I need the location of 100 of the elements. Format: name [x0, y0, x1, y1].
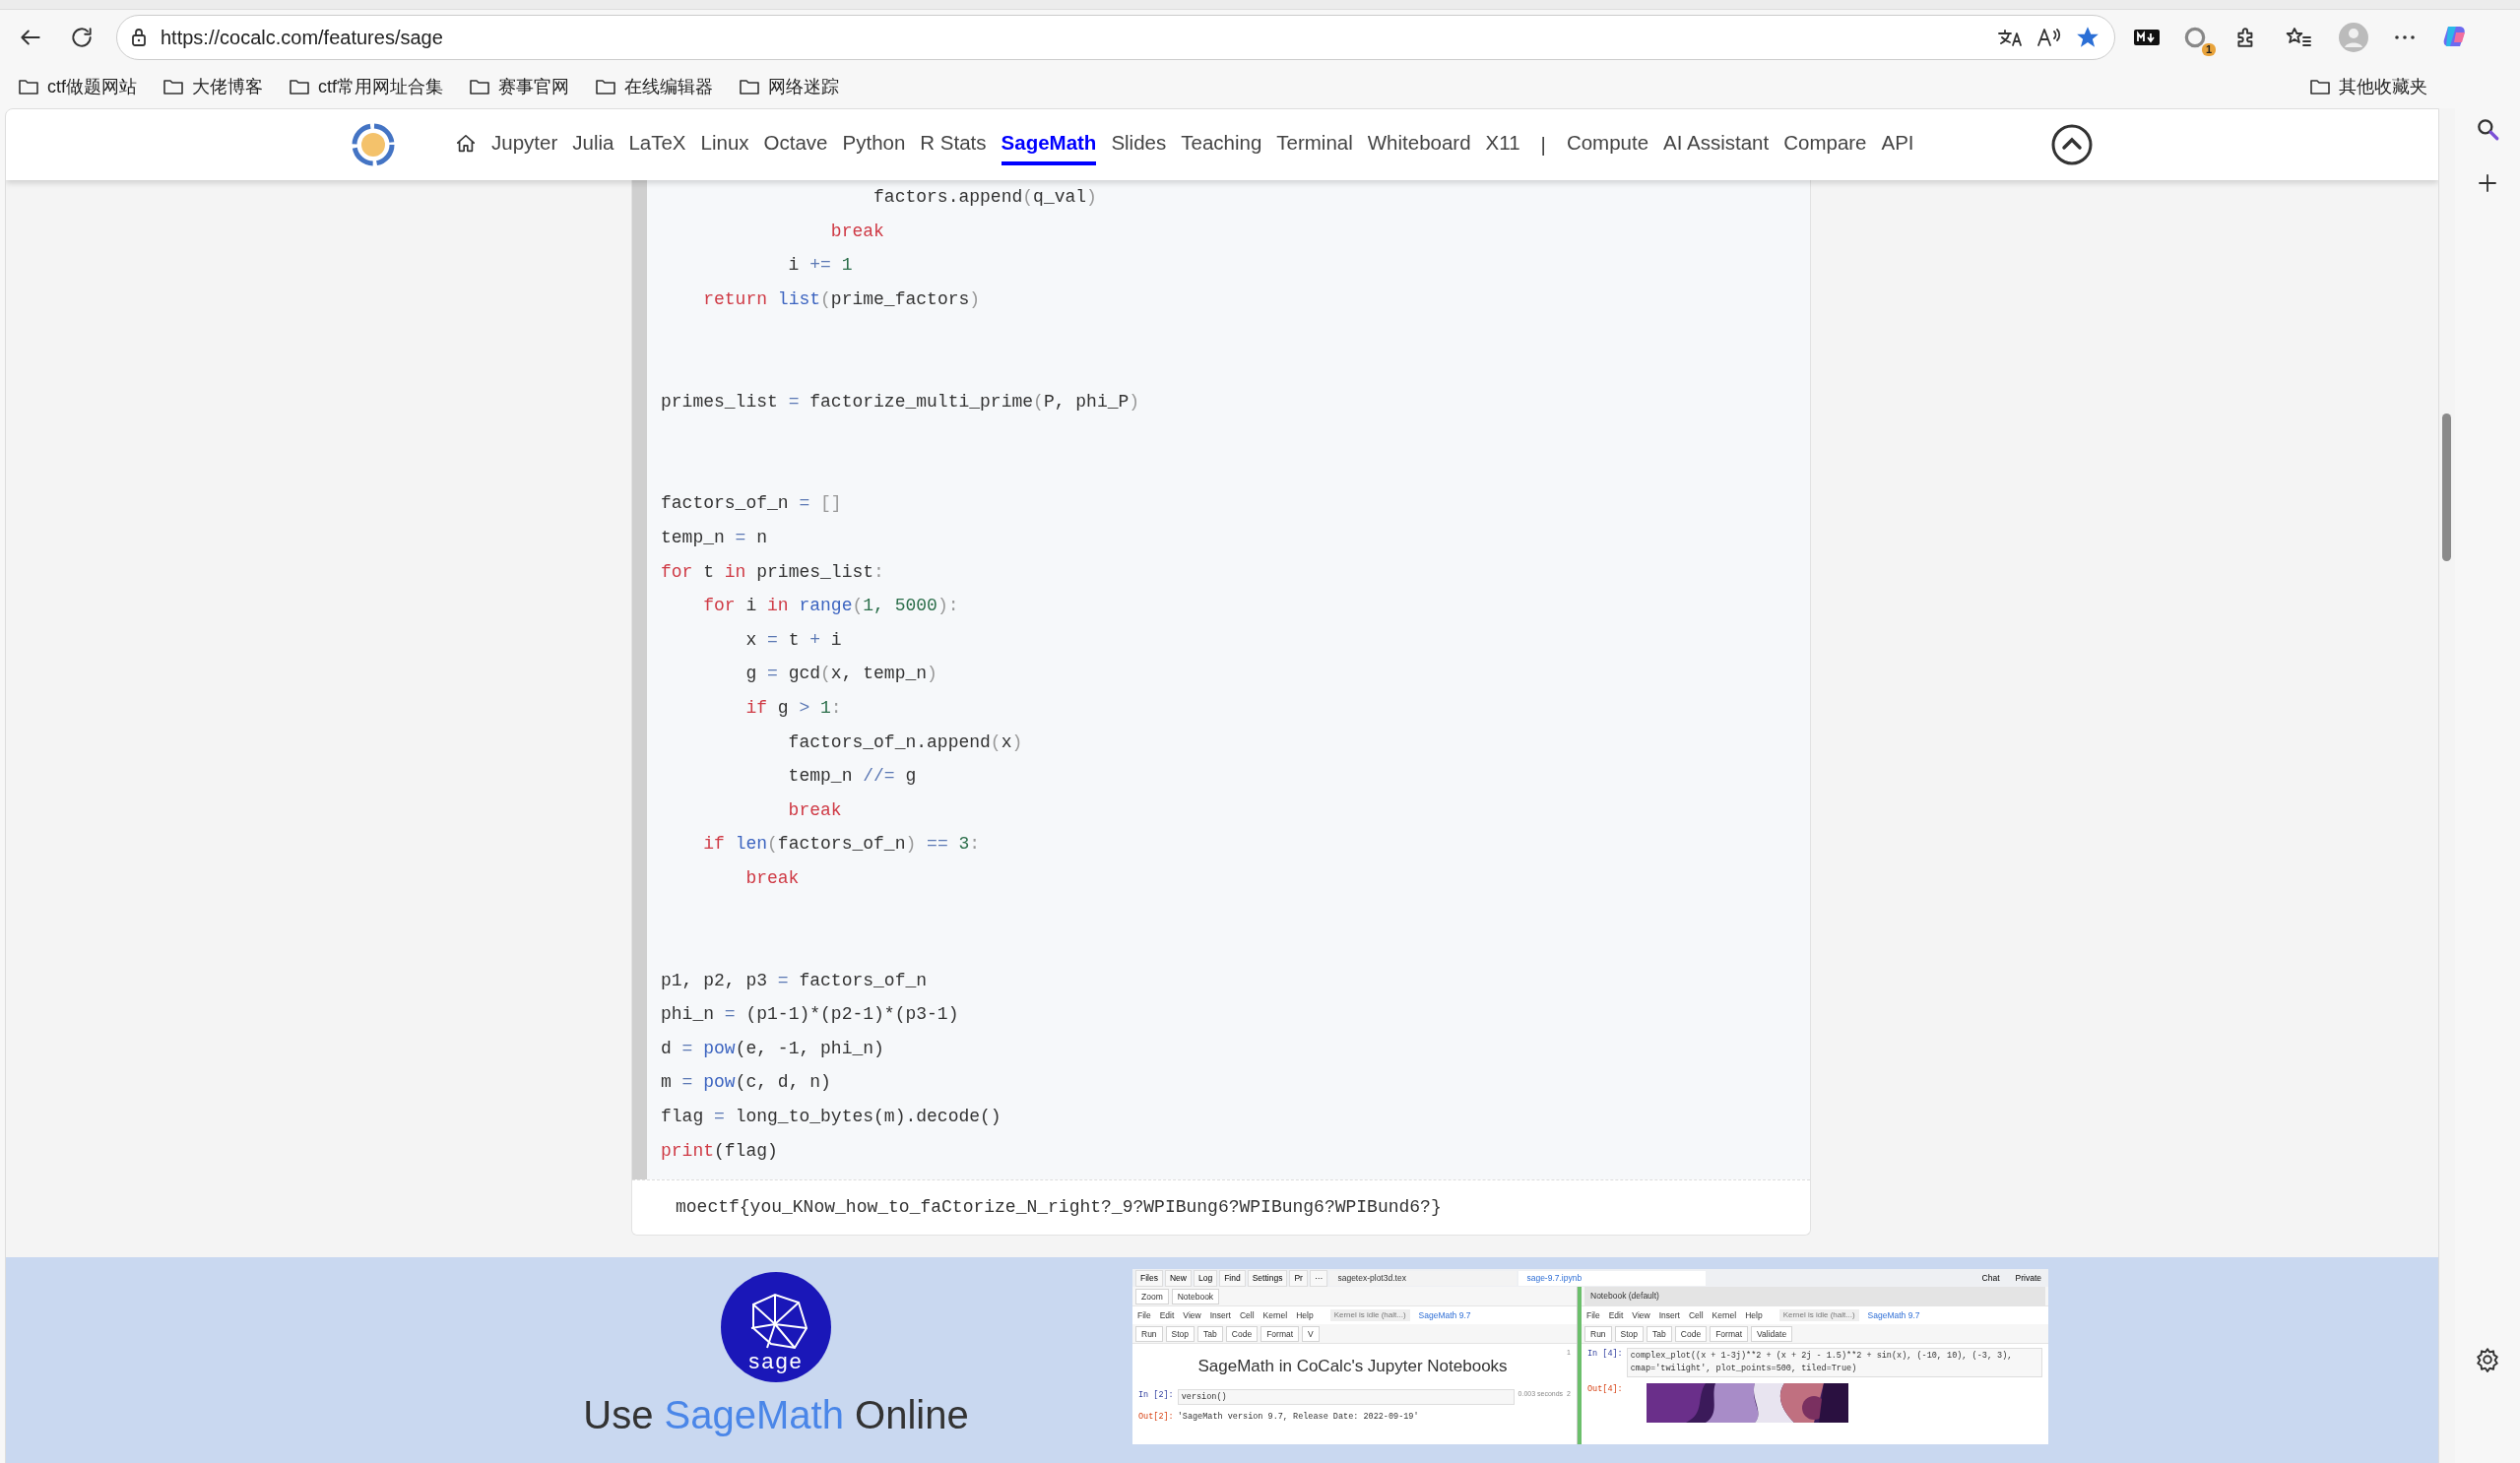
folder-icon	[18, 77, 39, 96]
more-icon	[2395, 35, 2415, 39]
app-tab[interactable]: Files	[1135, 1269, 1163, 1287]
private-button[interactable]: Private	[2011, 1270, 2045, 1286]
menu-item[interactable]: Cell	[1688, 1308, 1704, 1322]
kernel-status: Kernel is idle (halt...)	[1329, 1309, 1410, 1322]
toolbar-button[interactable]: Run	[1584, 1325, 1612, 1342]
toolbar-button[interactable]: Stop	[1165, 1325, 1195, 1342]
app-tab[interactable]: Log	[1193, 1269, 1218, 1287]
nav-link[interactable]: Terminal	[1276, 123, 1353, 166]
avatar-icon	[2338, 22, 2369, 53]
app-tab[interactable]: Pr	[1289, 1269, 1308, 1287]
nav-link[interactable]: SageMath	[1001, 123, 1097, 166]
nav-link[interactable]: Julia	[572, 123, 614, 166]
menu-item[interactable]: Kernel	[1712, 1308, 1737, 1322]
app-tab[interactable]: Find	[1219, 1269, 1246, 1287]
kernel-name[interactable]: SageMath 9.7	[1418, 1308, 1471, 1322]
nav-separator: |	[1539, 131, 1547, 158]
kernel-name[interactable]: SageMath 9.7	[1867, 1308, 1920, 1322]
file-tab[interactable]: sage-9.7.ipynb	[1518, 1270, 1707, 1286]
code-line: break	[829, 220, 885, 243]
toolbar-button[interactable]: Format	[1260, 1325, 1300, 1342]
menu-item[interactable]: File	[1586, 1308, 1600, 1322]
code-line: factors_of_n = []	[661, 492, 843, 516]
view-dropdown[interactable]: Notebook	[1171, 1288, 1220, 1304]
nav-link[interactable]: API	[1881, 123, 1914, 166]
folder-icon	[2309, 77, 2331, 96]
settings-icon[interactable]	[2475, 1347, 2500, 1372]
nav-link[interactable]: X11	[1485, 123, 1520, 166]
chat-button[interactable]: Chat	[1977, 1270, 2004, 1286]
menu-item[interactable]: Help	[1745, 1308, 1763, 1322]
folder-icon	[595, 77, 617, 96]
nav-link[interactable]: Python	[842, 123, 906, 166]
notification-badge: 1	[2201, 43, 2216, 56]
menu-item[interactable]: Edit	[1159, 1308, 1175, 1322]
folder-icon	[162, 77, 184, 96]
sage-logo: sage	[720, 1271, 832, 1384]
scroll-top-button[interactable]	[2050, 123, 2094, 166]
markdown-icon[interactable]	[2133, 28, 2161, 47]
menu-item[interactable]: File	[1137, 1308, 1151, 1322]
output-text: moectf{you_KNow_how_to_faCtorize_N_right?_9?WPIBung6?WPIBung6?WPIBund6?}	[676, 1197, 1442, 1218]
bookmark-folder[interactable]: 其他收藏夹	[2309, 71, 2427, 102]
toolbar-button[interactable]: Code	[1674, 1325, 1708, 1342]
code-line: p1, p2, p3 = factors_of_n	[661, 969, 929, 992]
nav-link[interactable]: Jupyter	[491, 123, 558, 166]
bookmark-item[interactable]: ctf做题网站	[18, 71, 137, 102]
nav-link[interactable]: R Stats	[920, 123, 987, 166]
toolbar-button[interactable]: Tab	[1647, 1325, 1672, 1342]
menu-item[interactable]: Insert	[1658, 1308, 1680, 1322]
toolbar-button[interactable]: Code	[1225, 1325, 1259, 1342]
bookmark-item[interactable]: 网络迷踪	[739, 71, 840, 102]
app-tab[interactable]: New	[1164, 1269, 1192, 1287]
nav-link[interactable]: Linux	[700, 123, 749, 166]
input-prompt: In [2]:	[1138, 1388, 1174, 1402]
bookmark-item[interactable]: 大佬博客	[162, 71, 263, 102]
code-line: i += 1	[787, 254, 854, 278]
nav-link[interactable]: Compare	[1783, 123, 1867, 166]
menu-item[interactable]: View	[1183, 1308, 1201, 1322]
menu-item[interactable]: View	[1632, 1308, 1650, 1322]
toolbar-button[interactable]: Validate	[1751, 1325, 1793, 1342]
nav-link[interactable]: Teaching	[1181, 123, 1262, 166]
more-tabs-button[interactable]: ···	[1309, 1269, 1328, 1287]
toolbar-button[interactable]: Tab	[1197, 1325, 1223, 1342]
menu-item[interactable]: Kernel	[1262, 1308, 1288, 1322]
bookmark-item[interactable]: 在线编辑器	[595, 71, 714, 102]
menu-item[interactable]: Cell	[1239, 1308, 1255, 1322]
section-heading: Use SageMath Online	[583, 1392, 969, 1439]
code-line: d = pow(e, -1, phi_n)	[661, 1037, 885, 1060]
toolbar-button[interactable]: Run	[1135, 1325, 1163, 1342]
file-tab[interactable]: sagetex-plot3d.tex	[1329, 1270, 1518, 1286]
search-icon[interactable]	[2475, 116, 2500, 142]
code-line: for t in primes_list:	[661, 560, 885, 584]
nav-link[interactable]: AI Assistant	[1663, 123, 1770, 166]
plus-icon[interactable]	[2476, 171, 2499, 195]
zoom-dropdown[interactable]: Zoom	[1135, 1288, 1169, 1304]
code-line: return list(prime_factors)	[702, 287, 982, 311]
nav-link[interactable]: Slides	[1111, 123, 1167, 166]
code-line: factors_of_n.append(x)	[787, 731, 1024, 754]
nav-link[interactable]: Compute	[1566, 123, 1649, 166]
app-tab[interactable]: Settings	[1247, 1269, 1288, 1287]
address-bar[interactable]: https://cocalc.com/features/sage	[116, 15, 2115, 60]
toolbar-button[interactable]: V	[1302, 1325, 1320, 1342]
toolbar-button[interactable]: Format	[1710, 1325, 1749, 1342]
cell-output: 'SageMath version 9.7, Release Date: 2022-09-19'	[1177, 1411, 1419, 1425]
bookmark-item[interactable]: 赛事官网	[469, 71, 570, 102]
code-line: if g > 1:	[744, 696, 843, 720]
url-text: https://cocalc.com/features/sage	[161, 26, 444, 50]
code-line: m = pow(c, d, n)	[661, 1071, 832, 1095]
nav-link[interactable]: Whiteboard	[1367, 123, 1471, 166]
menu-item[interactable]: Edit	[1608, 1308, 1624, 1322]
nav-link[interactable]: LaTeX	[628, 123, 686, 166]
menu-item[interactable]: Help	[1296, 1308, 1314, 1322]
code-line: temp_n //= g	[787, 765, 918, 789]
nav-link[interactable]: Octave	[763, 123, 828, 166]
toolbar-button[interactable]: Stop	[1614, 1325, 1645, 1342]
menu-item[interactable]: Insert	[1209, 1308, 1231, 1322]
notebook-title: SageMath in CoCalc's Jupyter Notebooks	[1196, 1356, 1509, 1378]
code-line: phi_n = (p1-1)*(p2-1)*(p3-1)	[661, 1003, 960, 1027]
bookmark-item[interactable]: ctf常用网址合集	[289, 71, 444, 102]
cocalc-logo[interactable]	[351, 122, 396, 167]
